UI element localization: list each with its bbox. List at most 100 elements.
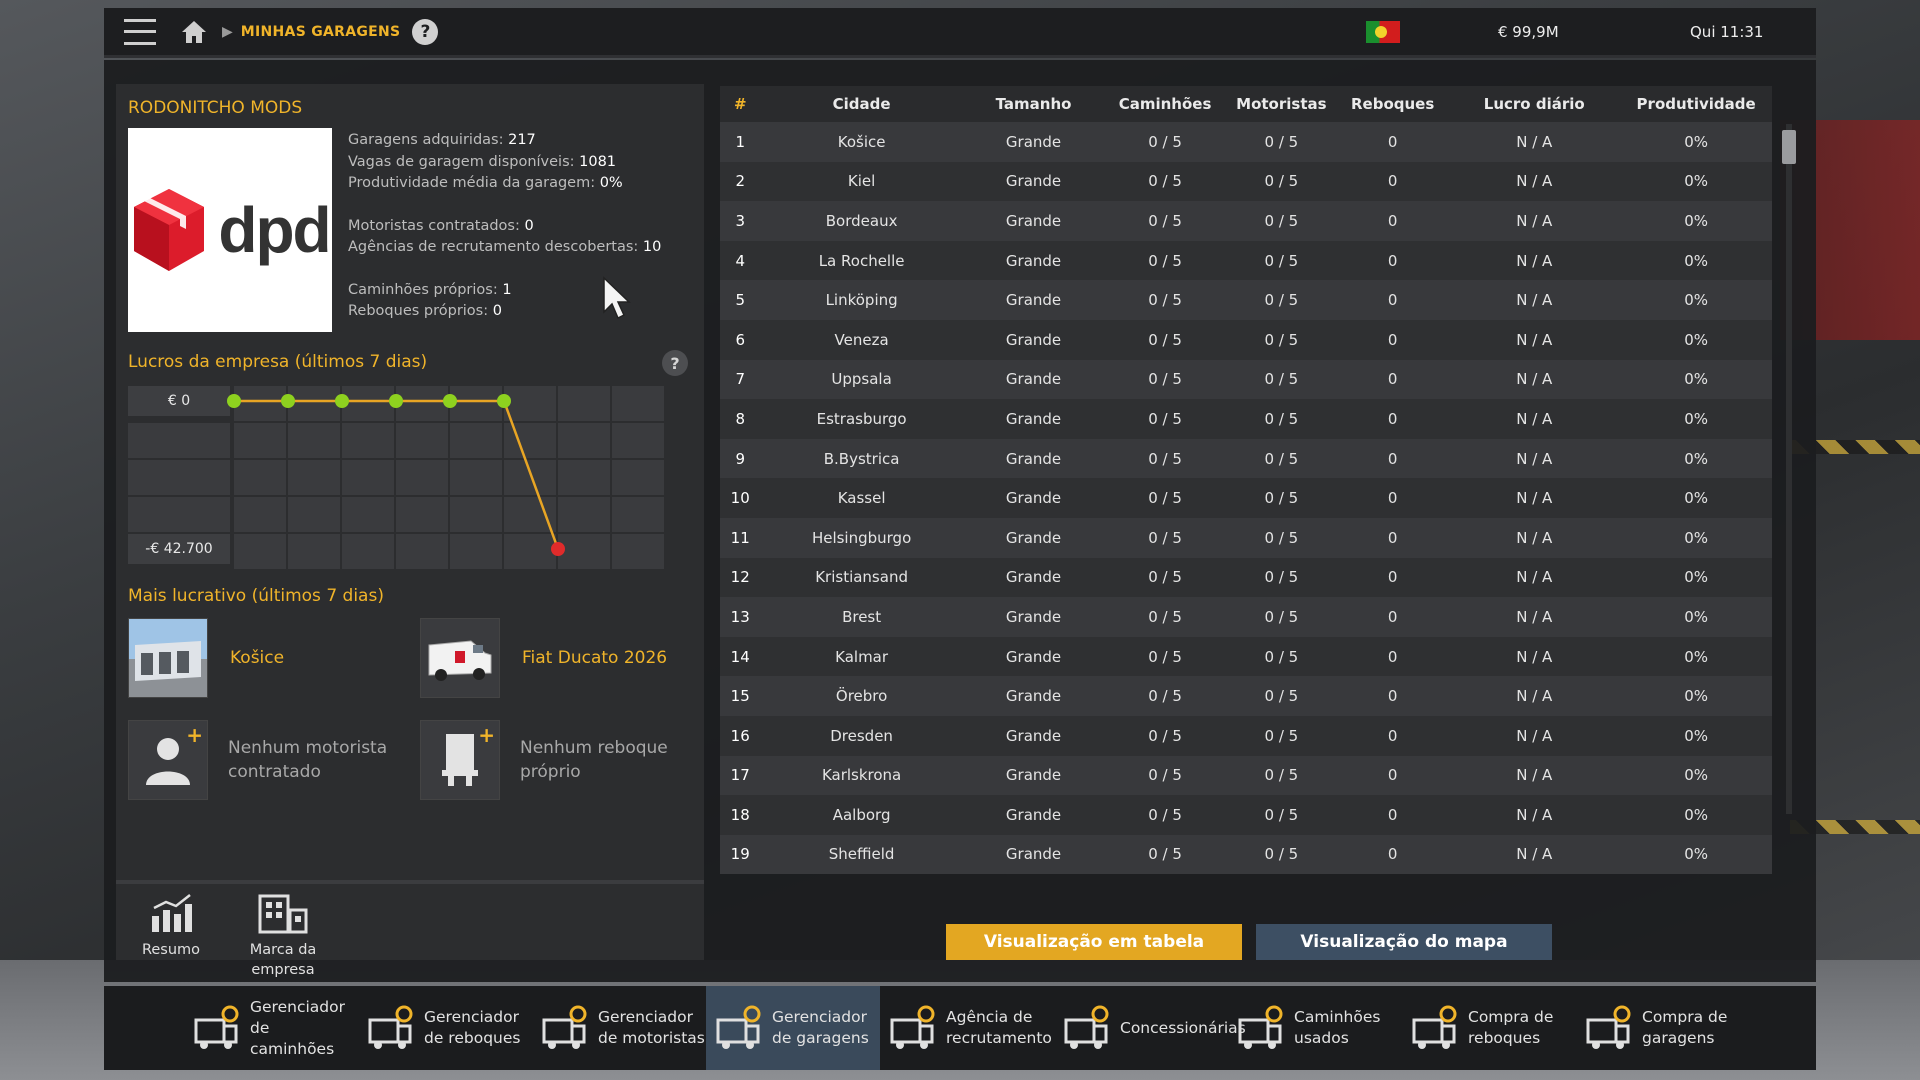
table-cell: 0 / 5 xyxy=(1225,755,1337,796)
table-row[interactable]: 3 Bordeaux Grande 0 / 50 / 50N / A 0% xyxy=(720,201,1772,241)
profits-help-icon[interactable]: ? xyxy=(662,350,688,376)
nav-used-trucks[interactable]: Caminhões usados xyxy=(1228,986,1402,1070)
map-view-button[interactable]: Visualização do mapa xyxy=(1256,924,1552,960)
table-row[interactable]: 7 Uppsala Grande 0 / 50 / 50N / A 0% xyxy=(720,359,1772,400)
table-header-row: # Cidade Tamanho Caminhões Motoristas Reboque… xyxy=(720,86,1772,122)
garage-building-icon xyxy=(129,619,207,697)
table-header-cell[interactable]: Cidade xyxy=(760,86,963,122)
most-profitable-garage[interactable]: Košice xyxy=(128,618,284,698)
table-cell: 9 xyxy=(720,438,761,479)
nav-buy-garages[interactable]: Compra de garagens xyxy=(1576,986,1750,1070)
table-cell: 0% xyxy=(1620,557,1772,598)
table-cell: 7 xyxy=(720,359,761,400)
table-cell: 0% xyxy=(1620,795,1772,835)
nav-label: Gerenciador de caminhões xyxy=(250,997,345,1058)
profit-data-point[interactable] xyxy=(497,394,511,408)
table-header-cell[interactable]: Tamanho xyxy=(962,86,1105,122)
table-cell: Grande xyxy=(962,359,1105,400)
table-cell: 0 / 5 xyxy=(1104,201,1226,241)
table-cell: 0 xyxy=(1337,557,1449,598)
table-cell: 0 / 5 xyxy=(1225,597,1337,637)
table-row[interactable]: 12 Kristiansand Grande 0 / 50 / 50N / A 0% xyxy=(720,557,1772,598)
nav-dealership[interactable]: Concessionárias xyxy=(1054,986,1246,1070)
table-row[interactable]: 19 Sheffield Grande 0 / 50 / 50N / A 0% xyxy=(720,834,1772,875)
table-cell: 0% xyxy=(1620,755,1772,796)
table-row[interactable]: 16 Dresden Grande 0 / 50 / 50N / A 0% xyxy=(720,715,1772,756)
buy-trailer-card[interactable]: + Nenhum reboque próprio xyxy=(420,720,690,800)
table-cell: N / A xyxy=(1448,240,1621,281)
game-clock: Qui 11:31 xyxy=(1690,23,1764,41)
table-view-button[interactable]: Visualização em tabela xyxy=(946,924,1242,960)
profit-data-point[interactable] xyxy=(389,394,403,408)
table-header-cell[interactable]: Caminhões xyxy=(1104,86,1226,122)
table-scrollbar-thumb[interactable] xyxy=(1782,130,1796,164)
table-header-cell[interactable]: # xyxy=(720,86,761,122)
profit-data-point[interactable] xyxy=(281,394,295,408)
table-cell: 0 xyxy=(1337,715,1449,756)
table-row[interactable]: 5 Linköping Grande 0 / 50 / 50N / A 0% xyxy=(720,280,1772,320)
profit-data-point[interactable] xyxy=(227,394,241,408)
table-cell: N / A xyxy=(1448,161,1621,202)
table-row[interactable]: 17 Karlskrona Grande 0 / 50 / 50N / A 0% xyxy=(720,755,1772,796)
table-cell: Grande xyxy=(962,715,1105,756)
table-row[interactable]: 4 La Rochelle Grande 0 / 50 / 50N / A 0% xyxy=(720,240,1772,281)
dealership-icon xyxy=(1060,1002,1112,1054)
table-cell: 0 / 5 xyxy=(1104,676,1226,716)
table-cell: 0 / 5 xyxy=(1225,399,1337,439)
profit-data-point[interactable] xyxy=(551,542,565,556)
table-cell: N / A xyxy=(1448,557,1621,598)
table-cell: 0% xyxy=(1620,636,1772,677)
table-row[interactable]: 10 Kassel Grande 0 / 50 / 50N / A 0% xyxy=(720,478,1772,518)
table-row[interactable]: 2 Kiel Grande 0 / 50 / 50N / A 0% xyxy=(720,161,1772,202)
table-cell: 0% xyxy=(1620,676,1772,716)
home-icon[interactable] xyxy=(180,19,208,45)
hire-driver-card[interactable]: + Nenhum motorista contratado xyxy=(128,720,398,800)
used-trucks-icon xyxy=(1234,1002,1286,1054)
table-cell: N / A xyxy=(1448,122,1621,162)
table-cell: N / A xyxy=(1448,478,1621,518)
nav-label: Compra de garagens xyxy=(1642,1008,1728,1047)
nav-garage-manager[interactable]: Gerenciador de garagens xyxy=(706,986,880,1070)
table-cell: 0 / 5 xyxy=(1104,161,1226,202)
table-cell: 0 / 5 xyxy=(1104,359,1226,400)
table-row[interactable]: 15 Örebro Grande 0 / 50 / 50N / A 0% xyxy=(720,676,1772,716)
table-cell: Grande xyxy=(962,319,1105,360)
table-row[interactable]: 1 Košice Grande 0 / 50 / 50N / A 0% xyxy=(720,122,1772,162)
table-cell: 16 xyxy=(720,715,761,756)
tab-resumo[interactable]: Resumo xyxy=(116,892,226,960)
table-cell: Grande xyxy=(962,478,1105,518)
table-cell: 12 xyxy=(720,557,761,598)
table-row[interactable]: 9 B.Bystrica Grande 0 / 50 / 50N / A 0% xyxy=(720,438,1772,479)
stat-agencies: Agências de recrutamento descobertas: 10 xyxy=(348,239,662,255)
table-scrollbar-track[interactable] xyxy=(1786,124,1792,814)
table-row[interactable]: 11 Helsingburgo Grande 0 / 50 / 50N / A 0% xyxy=(720,517,1772,558)
nav-recruitment-agency[interactable]: Agência de recrutamento xyxy=(880,986,1054,1070)
table-cell: 19 xyxy=(720,834,761,875)
table-row[interactable]: 6 Veneza Grande 0 / 50 / 50N / A 0% xyxy=(720,319,1772,360)
table-row[interactable]: 13 Brest Grande 0 / 50 / 50N / A 0% xyxy=(720,597,1772,637)
nav-buy-trailers[interactable]: Compra de reboques xyxy=(1402,986,1576,1070)
table-cell: 0% xyxy=(1620,359,1772,400)
most-profitable-truck[interactable]: Fiat Ducato 2026 xyxy=(420,618,667,698)
table-cell: 0 xyxy=(1337,399,1449,439)
table-row[interactable]: 18 Aalborg Grande 0 / 50 / 50N / A 0% xyxy=(720,795,1772,835)
table-header-cell[interactable]: Produtividade xyxy=(1620,86,1772,122)
profit-data-point[interactable] xyxy=(443,394,457,408)
table-header-cell[interactable]: Reboques xyxy=(1337,86,1449,122)
nav-truck-manager[interactable]: Gerenciador de caminhões xyxy=(184,986,358,1070)
help-icon[interactable]: ? xyxy=(412,18,439,45)
profit-data-point[interactable] xyxy=(335,394,349,408)
table-cell: Sheffield xyxy=(760,834,963,875)
nav-driver-manager[interactable]: Gerenciador de motoristas xyxy=(532,986,706,1070)
table-row[interactable]: 14 Kalmar Grande 0 / 50 / 50N / A 0% xyxy=(720,636,1772,677)
table-row[interactable]: 8 Estrasburgo Grande 0 / 50 / 50N / A 0% xyxy=(720,399,1772,439)
hamburger-menu-icon[interactable] xyxy=(124,18,156,45)
breadcrumb-separator-icon: ▶ xyxy=(222,23,233,40)
breadcrumb[interactable]: MINHAS GARAGENS xyxy=(241,24,401,40)
table-header-cell[interactable]: Motoristas xyxy=(1225,86,1337,122)
table-cell: Grande xyxy=(962,597,1105,637)
nav-trailer-manager[interactable]: Gerenciador de reboques xyxy=(358,986,532,1070)
table-cell: 0 / 5 xyxy=(1225,557,1337,598)
table-header-cell[interactable]: Lucro diário xyxy=(1448,86,1621,122)
tab-marca-da-empresa[interactable]: Marca da empresa xyxy=(228,892,338,980)
